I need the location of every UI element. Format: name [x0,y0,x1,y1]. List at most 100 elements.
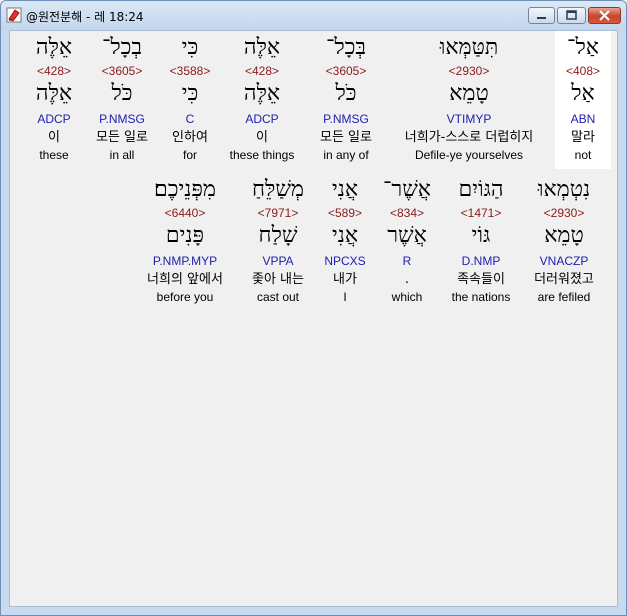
maximize-icon [566,10,577,20]
minimize-button[interactable] [528,7,555,24]
strong-number[interactable]: <7971> [241,207,315,219]
morphology-code: ADCP [37,112,71,126]
english-gloss: the nations [451,290,511,304]
word-cell[interactable]: בְּכָל־ <3605> כֹּל P.NMSG 모든 일로 in any … [307,31,385,169]
english-gloss: I [343,290,347,304]
korean-gloss: 너희가-스스로 더럽히지 [404,130,534,145]
english-gloss: in any of [323,148,369,162]
morphology-code: P.NMSG [99,112,145,126]
korean-gloss: 좇아 내는 [252,272,304,287]
app-window: @원전분해 - 레 18:24 אַל־ <408> אַל ABN 말라 no… [0,0,627,616]
word-cell[interactable]: מְשַׁלֵּחַ <7971> שָׁלַח VPPA 좇아 내는 cast… [241,173,315,311]
strong-number[interactable]: <589> [317,207,373,219]
english-gloss: in all [109,148,135,162]
strong-number[interactable]: <2930> [393,65,545,77]
hebrew-lemma: גּוֹי [471,223,491,248]
korean-gloss: . [404,272,410,287]
morphology-code: VNACZP [539,254,589,268]
hebrew-word: מְשַׁלֵּחַ [252,177,304,202]
hebrew-lemma: טָמֵא [449,81,489,106]
close-button[interactable] [588,7,621,24]
korean-gloss: 너희의 앞에서 [147,272,223,287]
korean-gloss: 말라 [571,130,595,145]
hebrew-word: אֲשֶׁר־ [382,177,431,202]
hebrew-lemma: אֲנִי [331,223,359,248]
strong-number[interactable]: <428> [24,65,84,77]
word-cell[interactable]: נִטְמְאוּ <2930> טָמֵא VNACZP 더러워졌고 are … [524,173,604,311]
word-cell[interactable]: כִּי <3588> כִּי C 인하여 for [162,31,218,169]
korean-gloss: 모든 일로 [96,130,148,145]
word-cell[interactable]: אֲנִי <589> אֲנִי NPCXS 내가 I [317,173,373,311]
english-gloss: not [574,148,592,162]
morphology-code: ADCP [245,112,279,126]
app-icon [6,7,22,23]
strong-number[interactable]: <3605> [307,65,385,77]
hebrew-word: אֵלֶּה [243,35,281,60]
morphology-code: VPPA [262,254,294,268]
window-bottom-border [1,607,626,615]
hebrew-word: בְּכָל־ [325,35,367,60]
strong-number[interactable]: <1471> [441,207,521,219]
english-gloss: are fefiled [537,290,591,304]
hebrew-word: אַל־ [567,35,599,60]
minimize-icon [537,17,546,19]
word-cell[interactable]: אַל־ <408> אַל ABN 말라 not [555,31,611,169]
korean-gloss: 더러워졌고 [534,272,594,287]
word-cell[interactable]: הַגּוֹיִם <1471> גּוֹי D.NMP 족속들이 the na… [441,173,521,311]
morphology-code: P.NMP.MYP [152,254,218,268]
close-icon [599,10,610,21]
hebrew-lemma: כֹּל [335,81,357,106]
hebrew-lemma: אֲשֶׁר [387,223,427,248]
strong-number[interactable]: <3588> [162,65,218,77]
english-gloss: for [182,148,197,162]
hebrew-lemma: אַל [571,81,595,106]
hebrew-word: תִּטַּמְּאוּ [439,35,499,60]
english-gloss: which [391,290,423,304]
hebrew-lemma: שָׁלַח [258,223,298,248]
korean-gloss: 족속들이 [457,272,505,287]
title-bar[interactable]: @원전분해 - 레 18:24 [1,1,626,30]
word-cell[interactable]: אֲשֶׁר־ <834> אֲשֶׁר R . which [375,173,439,311]
hebrew-lemma: כֹּל [111,81,133,106]
hebrew-lemma: פָּנִים [165,223,205,248]
morphology-code: C [185,112,195,126]
hebrew-lemma: טָמֵא [544,223,584,248]
hebrew-lemma: אֵלֶּה [243,81,281,106]
maximize-button[interactable] [557,7,586,24]
strong-number[interactable]: <428> [224,65,300,77]
hebrew-word: בְכָל־ [101,35,143,60]
hebrew-word: נִטְמְאוּ [537,177,591,202]
morphology-code: VTIMYP [446,112,492,126]
morphology-code: P.NMSG [323,112,369,126]
strong-number[interactable]: <408> [555,65,611,77]
korean-gloss: 이 [48,130,60,145]
word-cell[interactable]: בְכָל־ <3605> כֹּל P.NMSG 모든 일로 in all [88,31,156,169]
word-cell[interactable]: אֵלֶּה <428> אֵלֶּה ADCP 이 these [24,31,84,169]
hebrew-word: הַגּוֹיִם [458,177,504,202]
hebrew-word: אֲנִי [331,177,359,202]
morphology-code: NPCXS [324,254,366,268]
english-gloss: Defile-ye yourselves [414,148,524,162]
word-cell[interactable]: אֵלֶּה <428> אֵלֶּה ADCP 이 these things [224,31,300,169]
morphology-code: ABN [570,112,596,126]
english-gloss: these [39,148,69,162]
strong-number[interactable]: <834> [375,207,439,219]
hebrew-lemma: כִּי [181,81,199,106]
english-gloss: before you [156,290,214,304]
strong-number[interactable]: <6440> [134,207,236,219]
window-title: @원전분해 - 레 18:24 [26,10,144,24]
hebrew-word: אֵלֶּה [35,35,73,60]
morphology-code: R [402,254,412,268]
morphology-code: D.NMP [461,254,501,268]
word-cell[interactable]: תִּטַּמְּאוּ <2930> טָמֵא VTIMYP 너희가-스스로… [393,31,545,169]
korean-gloss: 이 [256,130,268,145]
english-gloss: cast out [256,290,300,304]
word-analysis-panel: אַל־ <408> אַל ABN 말라 not תִּטַּמְּאוּ <… [9,30,618,607]
strong-number[interactable]: <2930> [524,207,604,219]
english-gloss: these things [229,148,295,162]
hebrew-lemma: אֵלֶּה [35,81,73,106]
korean-gloss: 인하여 [172,130,208,145]
hebrew-word: כִּי [181,35,199,60]
strong-number[interactable]: <3605> [88,65,156,77]
word-cell[interactable]: מִפְּנֵיכֶם׃ <6440> פָּנִים P.NMP.MYP 너희… [134,173,236,311]
